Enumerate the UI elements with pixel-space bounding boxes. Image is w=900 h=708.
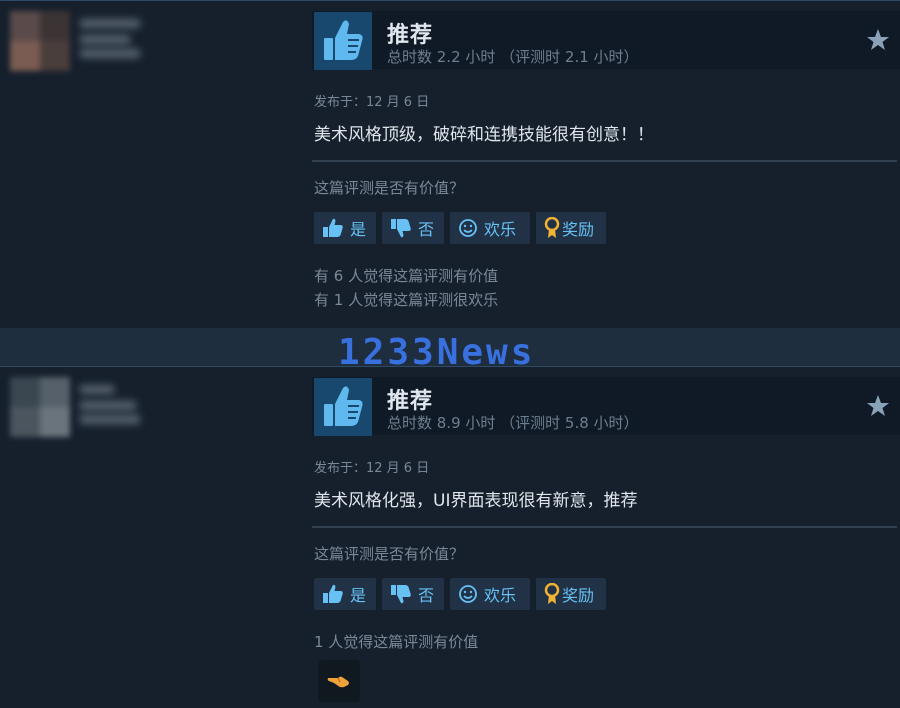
thumbs-down-icon: [390, 584, 412, 604]
reviews-page: 推荐 总时数 2.2 小时 （评测时 2.1 小时） 发布于：12 月 6 日 …: [0, 0, 900, 708]
vote-funny-button[interactable]: 欢乐: [450, 578, 530, 610]
award-label: 奖励: [562, 586, 595, 605]
helpful-question: 这篇评测是否有价值？: [314, 179, 465, 197]
vote-no-button[interactable]: 否: [382, 578, 444, 610]
smiley-icon: [458, 218, 478, 238]
award-ribbon-icon: [544, 217, 560, 239]
vote-funny-label: 欢乐: [484, 220, 517, 239]
thumbs-up-recommend-icon: [314, 378, 372, 436]
review-card: 推荐 总时数 2.2 小时 （评测时 2.1 小时） 发布于：12 月 6 日 …: [0, 0, 900, 329]
blurred-username[interactable]: [80, 15, 142, 61]
vote-yes-button[interactable]: 是: [314, 212, 376, 244]
star-icon[interactable]: [866, 28, 890, 56]
blurred-username[interactable]: [80, 381, 142, 427]
review-header: 推荐 总时数 8.9 小时 （评测时 5.8 小时）: [312, 377, 900, 436]
pointing-hand-award-icon[interactable]: [318, 660, 360, 702]
helpful-count: 有 6 人觉得这篇评测有价值: [314, 267, 499, 285]
divider: [312, 526, 897, 528]
vote-yes-label: 是: [350, 586, 367, 605]
award-label: 奖励: [562, 220, 595, 239]
thumbs-up-recommend-icon: [314, 12, 372, 70]
thumbs-down-icon: [390, 218, 412, 238]
recommendation-label: 推荐: [387, 23, 434, 48]
vote-no-button[interactable]: 否: [382, 212, 444, 244]
blurred-avatar[interactable]: [10, 377, 70, 437]
helpful-count: 1 人觉得这篇评测有价值: [314, 633, 479, 651]
thumbs-up-icon: [322, 218, 344, 238]
vote-yes-label: 是: [350, 220, 367, 239]
vote-funny-button[interactable]: 欢乐: [450, 212, 530, 244]
posted-date: 发布于：12 月 6 日: [314, 95, 430, 110]
review-card: 推荐 总时数 8.9 小时 （评测时 5.8 小时） 发布于：12 月 6 日 …: [0, 366, 900, 708]
recommendation-label: 推荐: [387, 389, 434, 414]
thumbs-up-icon: [322, 584, 344, 604]
vote-no-label: 否: [418, 586, 435, 605]
vote-yes-button[interactable]: 是: [314, 578, 376, 610]
watermark-text: 1233News: [338, 332, 536, 373]
playtime-hours: 总时数 2.2 小时 （评测时 2.1 小时）: [387, 48, 639, 66]
vote-no-label: 否: [418, 220, 435, 239]
award-button[interactable]: 奖励: [536, 578, 606, 610]
award-button[interactable]: 奖励: [536, 212, 606, 244]
helpful-question: 这篇评测是否有价值？: [314, 545, 465, 563]
star-icon[interactable]: [866, 394, 890, 422]
smiley-icon: [458, 584, 478, 604]
playtime-hours: 总时数 8.9 小时 （评测时 5.8 小时）: [387, 414, 639, 432]
funny-count: 有 1 人觉得这篇评测很欢乐: [314, 291, 499, 309]
award-ribbon-icon: [544, 583, 560, 605]
review-header: 推荐 总时数 2.2 小时 （评测时 2.1 小时）: [312, 11, 900, 70]
review-text: 美术风格化强，UI界面表现很有新意，推荐: [314, 491, 638, 511]
vote-funny-label: 欢乐: [484, 586, 517, 605]
posted-date: 发布于：12 月 6 日: [314, 461, 430, 476]
blurred-avatar[interactable]: [10, 11, 70, 71]
review-text: 美术风格顶级，破碎和连携技能很有创意！！: [314, 125, 654, 145]
divider: [312, 160, 897, 162]
